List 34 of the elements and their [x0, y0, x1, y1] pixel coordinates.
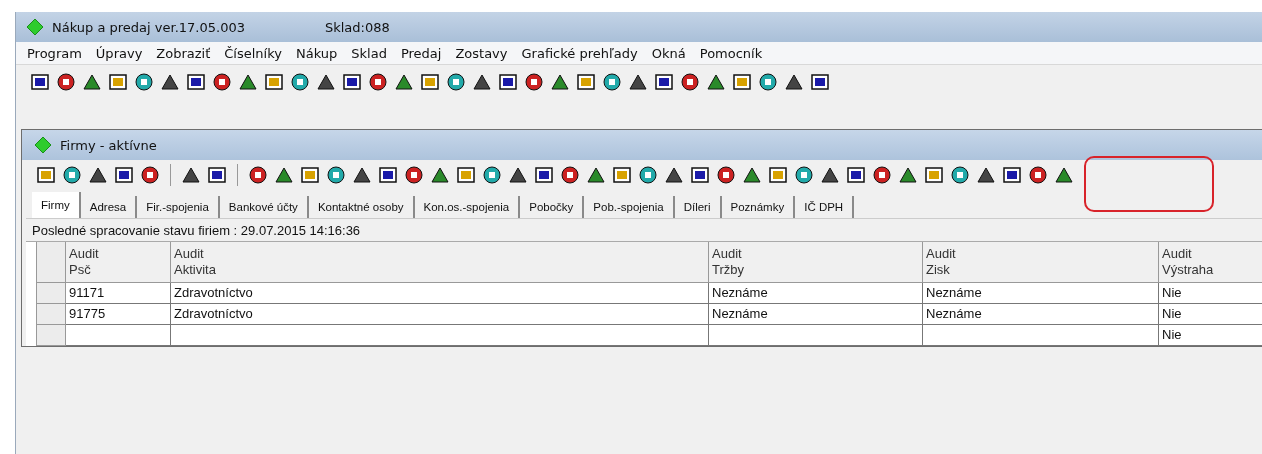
table-cell: Nie	[1159, 325, 1262, 346]
column-header[interactable]: Audit Tržby	[709, 242, 923, 283]
table-cell: Neznáme	[709, 304, 923, 325]
menu-item[interactable]: Zobraziť	[149, 45, 218, 61]
table-cell: Zdravotníctvo	[171, 304, 709, 325]
window-title: Nákup a predaj ver.17.05.003	[52, 19, 245, 35]
column-header[interactable]: Audit Zisk	[923, 242, 1159, 283]
menu-item[interactable]: Program	[20, 45, 89, 61]
column-header[interactable]: Audit Aktivita	[171, 242, 709, 283]
table-cell: Nie	[1159, 304, 1262, 325]
menu-item[interactable]: Nákup	[289, 45, 345, 61]
menu-item[interactable]: Úpravy	[88, 45, 150, 61]
menu-item[interactable]: Grafické prehľady	[514, 45, 645, 61]
status-text: Posledné spracovanie stavu firiem : 29.07.2015 14:16:36	[26, 219, 1262, 242]
table-cell: Nie	[1159, 283, 1262, 304]
table-cell: Neznáme	[709, 283, 923, 304]
table-cell: 91171	[66, 283, 171, 304]
tab[interactable]: Firmy	[32, 192, 81, 218]
menu-item[interactable]: Pomocník	[692, 45, 770, 61]
column-header[interactable]: Audit Psč	[66, 242, 171, 283]
child-window-title: Firmy - aktívne	[60, 137, 157, 153]
app-icon	[26, 18, 44, 36]
menu-item[interactable]: Číselníky	[217, 45, 289, 61]
menu-item[interactable]: Sklad	[344, 45, 394, 61]
app-icon	[34, 136, 52, 154]
table-cell: Neznáme	[923, 283, 1159, 304]
menu-item[interactable]: Okná	[644, 45, 693, 61]
menu-item[interactable]: Predaj	[393, 45, 449, 61]
column-header[interactable]: Audit Výstraha	[1159, 242, 1262, 283]
menu-item[interactable]: Zostavy	[448, 45, 515, 61]
table-cell: Neznáme	[923, 304, 1159, 325]
table-cell: 91775	[66, 304, 171, 325]
warehouse-label: Sklad:088	[324, 19, 390, 35]
table-cell: Zdravotníctvo	[171, 283, 709, 304]
